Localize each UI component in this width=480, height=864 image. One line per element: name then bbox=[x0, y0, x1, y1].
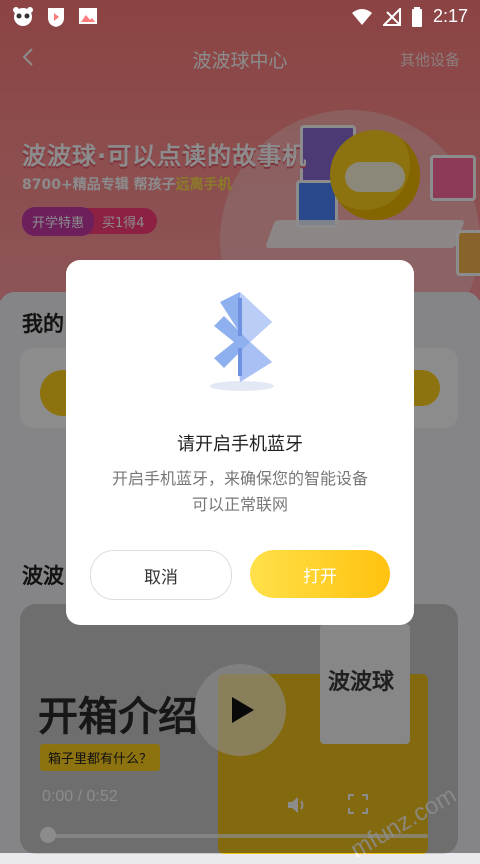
dialog-message-line: 可以正常联网 bbox=[191, 495, 288, 514]
open-bluetooth-button[interactable]: 打开 bbox=[250, 550, 390, 598]
wifi-icon bbox=[351, 8, 372, 25]
bluetooth-dialog: 请开启手机蓝牙 开启手机蓝牙，来确保您的智能设备 可以正常联网 取消 打开 bbox=[66, 260, 414, 625]
image-icon bbox=[79, 8, 97, 24]
panda-icon bbox=[13, 7, 33, 26]
play-shield-icon bbox=[48, 8, 64, 27]
status-bar: 2:17 bbox=[0, 0, 480, 34]
cancel-button[interactable]: 取消 bbox=[90, 550, 232, 600]
bluetooth-icon bbox=[210, 292, 274, 391]
dialog-title: 请开启手机蓝牙 bbox=[177, 434, 303, 455]
dialog-message-line: 开启手机蓝牙，来确保您的智能设备 bbox=[111, 469, 368, 488]
signal-off-icon bbox=[382, 7, 401, 26]
status-time: 2:17 bbox=[432, 6, 468, 26]
dialog-message: 开启手机蓝牙，来确保您的智能设备 可以正常联网 bbox=[88, 466, 392, 518]
battery-icon bbox=[411, 6, 422, 27]
